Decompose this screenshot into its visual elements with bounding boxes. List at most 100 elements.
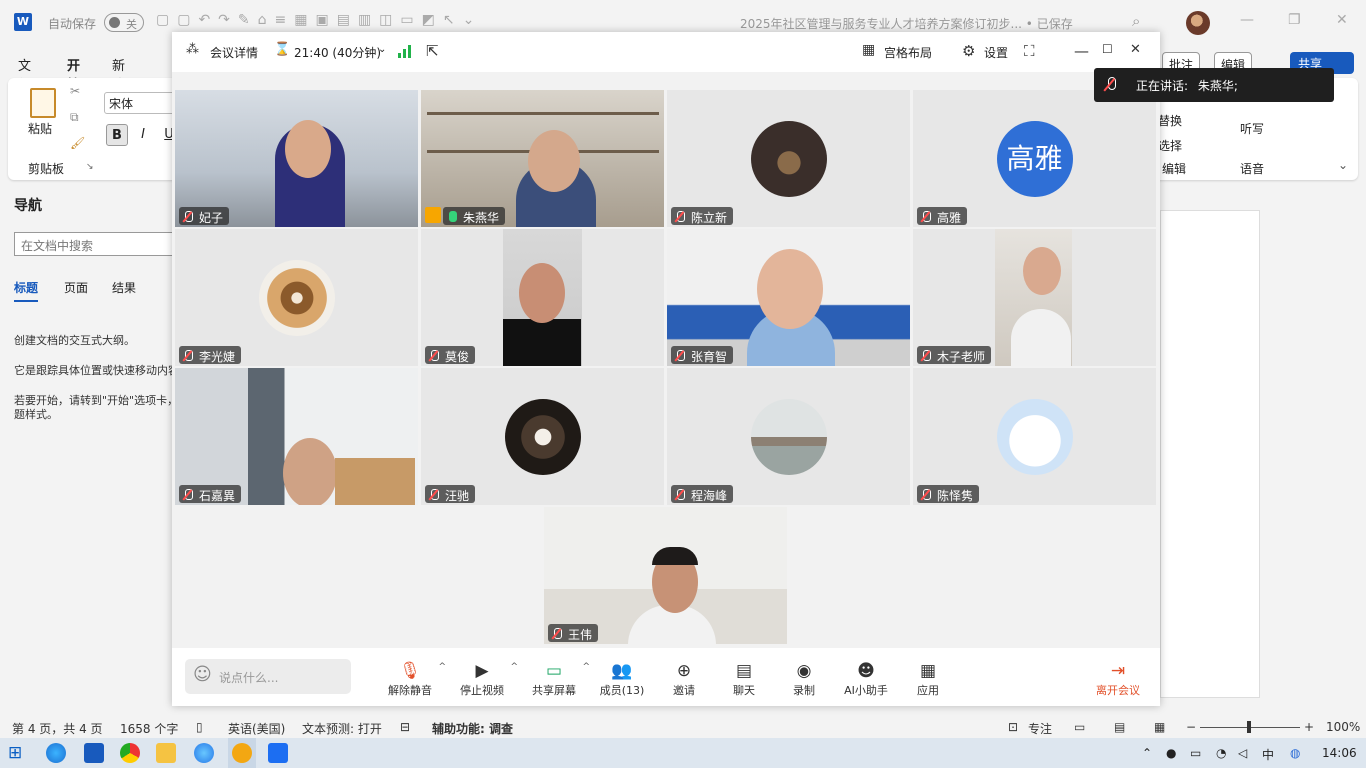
record-icon: ◉ bbox=[796, 661, 812, 681]
participant-tile[interactable]: 朱燕华 bbox=[421, 90, 664, 227]
participant-tile[interactable]: 木子老师 bbox=[913, 229, 1156, 366]
gear-icon[interactable]: ⚙ bbox=[962, 42, 975, 60]
participant-tile[interactable]: 石嘉異 bbox=[175, 368, 418, 505]
fullscreen-icon[interactable]: ⛶ bbox=[1024, 42, 1035, 60]
nav-tab-headings[interactable]: 标题 bbox=[14, 279, 39, 302]
meeting-app-taskbar-icon[interactable] bbox=[232, 743, 252, 763]
nav-search-input[interactable]: 在文档中搜索 bbox=[14, 232, 180, 256]
wifi-icon[interactable]: ◔ bbox=[1216, 746, 1226, 760]
autosave-toggle[interactable]: 关 bbox=[104, 13, 144, 32]
leave-meeting-button[interactable]: ⇥ 离开会议 bbox=[1086, 660, 1150, 698]
language-status[interactable]: 英语(美国) bbox=[228, 720, 285, 737]
members-button[interactable]: 👥 成员(13) bbox=[590, 660, 654, 698]
file-explorer-icon[interactable] bbox=[156, 743, 176, 763]
tray-overflow-icon[interactable]: ⌃ bbox=[1142, 746, 1152, 760]
quick-access-toolbar[interactable]: ▢▢↶↷✎⌂≡▦▣▤▥◫▭◩↖⌄ bbox=[156, 12, 482, 28]
minimize-icon[interactable]: — bbox=[1240, 12, 1254, 28]
user-avatar[interactable] bbox=[1186, 11, 1210, 35]
paste-button[interactable]: 粘贴 bbox=[28, 120, 52, 137]
chat-input[interactable]: 说点什么... bbox=[185, 659, 351, 694]
stop-video-button[interactable]: ▶ 停止视频 ^ bbox=[450, 660, 518, 698]
participant-tile[interactable]: 张育智 bbox=[667, 229, 910, 366]
copy-icon[interactable]: ⧉ bbox=[70, 110, 79, 125]
grid-layout-button[interactable]: 宫格布局 bbox=[884, 44, 932, 61]
focus-icon[interactable]: ⊡ bbox=[1008, 720, 1018, 734]
participant-tile[interactable]: 李光婕 bbox=[175, 229, 418, 366]
zoom-level[interactable]: 100% bbox=[1326, 720, 1360, 734]
apps-button[interactable]: ▦ 应用 bbox=[896, 660, 960, 698]
accessibility-status[interactable]: 辅助功能: 调查 bbox=[432, 720, 513, 737]
start-icon[interactable]: ⊞ bbox=[8, 743, 28, 763]
app-icon[interactable] bbox=[194, 743, 214, 763]
italic-button[interactable]: I bbox=[132, 124, 154, 146]
close-icon[interactable]: ✕ bbox=[1336, 12, 1348, 28]
clock[interactable]: 14:06 bbox=[1322, 746, 1357, 760]
popout-icon[interactable]: ⇱ bbox=[426, 42, 439, 60]
grid-layout-icon[interactable]: ▦ bbox=[862, 42, 875, 58]
focus-mode-button[interactable]: 专注 bbox=[1028, 720, 1052, 737]
word-taskbar-icon[interactable] bbox=[84, 743, 104, 763]
edge-icon[interactable] bbox=[46, 743, 66, 763]
meeting-timer[interactable]: 21:40 (40分钟) bbox=[294, 44, 381, 61]
participant-tile[interactable]: 汪驰 bbox=[421, 368, 664, 505]
cut-icon[interactable]: ✂ bbox=[70, 84, 80, 98]
participant-tile[interactable]: 陈立新 bbox=[667, 90, 910, 227]
participant-tile[interactable]: 高雅 高雅 bbox=[913, 90, 1156, 227]
share-screen-button[interactable]: ▭ 共享屏幕 ^ bbox=[522, 660, 590, 698]
collapse-ribbon-icon[interactable]: ⌄ bbox=[1338, 158, 1348, 172]
proofing-icon[interactable]: ▯ bbox=[196, 720, 203, 734]
invite-button[interactable]: ⊕ 邀请 bbox=[652, 660, 716, 698]
host-badge-icon bbox=[425, 207, 441, 223]
zoom-slider-thumb[interactable] bbox=[1247, 721, 1251, 733]
record-button[interactable]: ◉ 录制 bbox=[772, 660, 836, 698]
chevron-up-icon[interactable]: ^ bbox=[438, 662, 446, 672]
battery-icon[interactable]: ▭ bbox=[1190, 746, 1201, 760]
nav-tab-pages[interactable]: 页面 bbox=[64, 279, 88, 296]
chat-button[interactable]: ▤ 聊天 bbox=[712, 660, 776, 698]
print-layout-icon[interactable]: ▤ bbox=[1114, 720, 1125, 734]
zoom-out-icon[interactable]: − bbox=[1186, 720, 1196, 734]
word-count[interactable]: 1658 个字 bbox=[120, 720, 178, 737]
macro-icon[interactable]: ⊟ bbox=[400, 720, 410, 734]
network-signal-icon[interactable] bbox=[398, 45, 412, 58]
ai-assistant-button[interactable]: ☻ AI小助手 bbox=[834, 660, 898, 698]
ime-indicator[interactable]: 中 bbox=[1262, 746, 1274, 763]
minimize-icon[interactable]: — bbox=[1074, 42, 1089, 60]
settings-button[interactable]: 设置 bbox=[984, 44, 1008, 61]
document-page[interactable] bbox=[1160, 210, 1260, 698]
page-count[interactable]: 第 4 页，共 4 页 bbox=[12, 720, 103, 737]
select-button[interactable]: 选择 bbox=[1158, 137, 1182, 154]
web-layout-icon[interactable]: ▦ bbox=[1154, 720, 1165, 734]
chevron-up-icon[interactable]: ^ bbox=[510, 662, 518, 672]
dictate-button[interactable]: 听写 bbox=[1240, 120, 1264, 137]
chrome-icon[interactable] bbox=[120, 743, 140, 763]
dialog-launcher-icon[interactable]: ↘ bbox=[86, 162, 94, 172]
unmute-button[interactable]: 🎙 解除静音 ^ bbox=[378, 660, 446, 698]
meeting-details-button[interactable]: 会议详情 bbox=[210, 44, 258, 61]
qq-icon[interactable]: ● bbox=[1166, 746, 1176, 760]
chevron-down-icon[interactable]: ⌄ bbox=[378, 44, 386, 55]
restore-icon[interactable]: ❐ bbox=[1288, 12, 1301, 28]
search-icon[interactable]: ⌕ bbox=[1132, 12, 1140, 30]
zoom-in-icon[interactable]: + bbox=[1304, 720, 1314, 734]
replace-button[interactable]: 替换 bbox=[1158, 112, 1182, 129]
bold-button[interactable]: B bbox=[106, 124, 128, 146]
close-icon[interactable]: ✕ bbox=[1130, 42, 1141, 57]
read-mode-icon[interactable]: ▭ bbox=[1074, 720, 1085, 734]
participant-tile[interactable]: 王伟 bbox=[544, 507, 787, 644]
document-title[interactable]: 2025年社区管理与服务专业人才培养方案修订初步... • 已保存 bbox=[740, 15, 1073, 32]
tencent-meeting-icon[interactable] bbox=[268, 743, 288, 763]
participant-name: 石嘉異 bbox=[179, 485, 242, 503]
participant-tile[interactable]: 莫俊 bbox=[421, 229, 664, 366]
participant-tile[interactable]: 程海峰 bbox=[667, 368, 910, 505]
participant-tile[interactable]: 陈怿隽 bbox=[913, 368, 1156, 505]
maximize-icon[interactable]: ☐ bbox=[1102, 42, 1113, 56]
text-predictions-status[interactable]: 文本预测: 打开 bbox=[302, 720, 382, 737]
participant-tile[interactable]: 妃子 bbox=[175, 90, 418, 227]
nav-tab-results[interactable]: 结果 bbox=[112, 279, 136, 296]
input-method-icon[interactable]: ◍ bbox=[1290, 746, 1300, 760]
chevron-up-icon[interactable]: ^ bbox=[582, 662, 590, 672]
format-painter-icon[interactable]: 🖌 bbox=[70, 136, 85, 150]
paste-icon[interactable] bbox=[30, 88, 56, 118]
volume-icon[interactable]: ◁ bbox=[1238, 746, 1247, 760]
